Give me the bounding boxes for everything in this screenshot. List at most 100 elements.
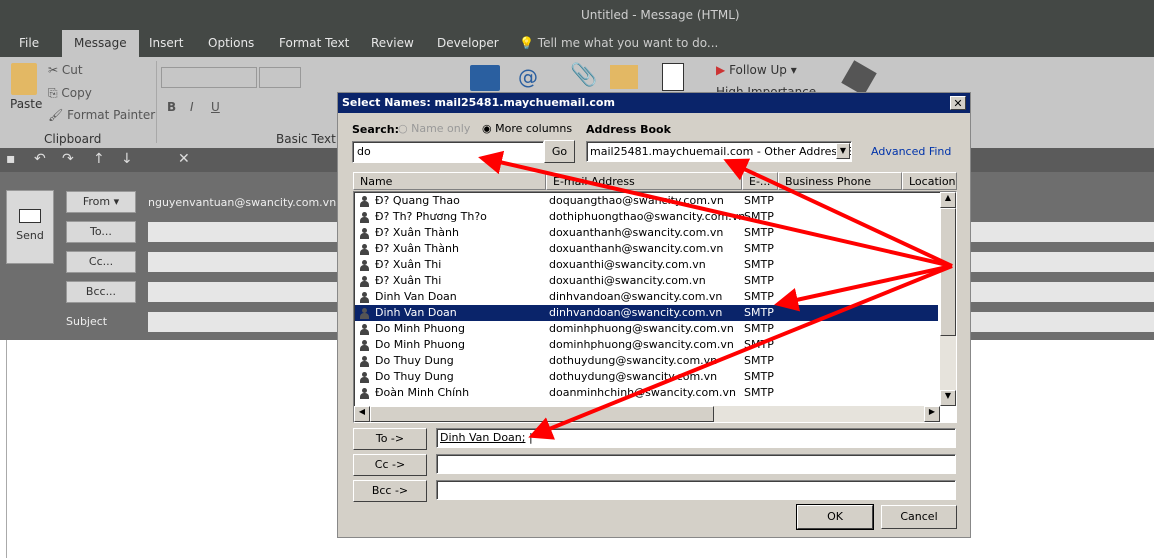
name-only-radio[interactable]: ○ Name only <box>398 122 470 135</box>
follow-up-button[interactable]: ▶ Follow Up ▾ <box>716 63 797 77</box>
cancel-button[interactable]: Cancel <box>881 505 957 529</box>
undo-icon[interactable]: ↶ <box>34 151 46 167</box>
font-name-select[interactable] <box>161 67 257 88</box>
to-button[interactable]: To... <box>66 221 136 243</box>
to-add-button[interactable]: To -> <box>353 428 427 450</box>
cc-recipients-field[interactable] <box>436 454 956 474</box>
search-input[interactable]: do <box>352 141 544 163</box>
to-recipient[interactable]: Dinh Van Doan; <box>440 431 525 444</box>
copy-button[interactable]: ⎘ Copy <box>48 86 92 101</box>
contact-email: dothiphuongthao@swancity.com.vn <box>549 210 746 223</box>
name-only-label: Name only <box>411 122 471 135</box>
font-size-select[interactable] <box>259 67 301 88</box>
cut-button[interactable]: ✂ Cut <box>48 63 83 77</box>
cc-add-button[interactable]: Cc -> <box>353 454 427 476</box>
to-recipients-field[interactable]: Dinh Van Doan; | <box>436 428 956 448</box>
down-icon[interactable]: ↓ <box>121 151 133 167</box>
bold-button[interactable]: B <box>167 100 176 114</box>
dropdown-arrow-icon[interactable]: ▼ <box>836 143 850 159</box>
tab-review[interactable]: Review <box>371 36 414 50</box>
column-header-business-phone[interactable]: Business Phone <box>778 172 902 190</box>
advanced-find-link[interactable]: Advanced Find <box>871 145 951 158</box>
list-item[interactable]: Do Thuy Dung dothuydung@swancity.com.vn SM… <box>355 369 938 385</box>
contact-email: doxuanthi@swancity.com.vn <box>549 258 706 271</box>
tab-file[interactable]: File <box>19 36 39 50</box>
list-item[interactable]: Đ? Quang Thao doquangthao@swancity.com.vn… <box>355 193 938 209</box>
list-item[interactable]: Đ? Xuân Thi doxuanthi@swancity.com.vn SMTP <box>355 273 938 289</box>
more-columns-radio[interactable]: ◉ More columns <box>482 122 572 135</box>
column-header-name[interactable]: Name <box>353 172 546 190</box>
contact-email-type: SMTP <box>744 370 774 383</box>
tab-message[interactable]: Message <box>62 30 139 57</box>
check-names-icon[interactable]: @ <box>518 65 548 91</box>
italic-button[interactable]: I <box>190 100 194 114</box>
signature-icon[interactable] <box>662 63 684 91</box>
list-item[interactable]: Đoàn Minh Chính doanminhchinh@swancity.co… <box>355 385 938 401</box>
tab-options[interactable]: Options <box>208 36 254 50</box>
scroll-thumb[interactable] <box>940 208 956 336</box>
list-item[interactable]: Do Minh Phuong dominhphuong@swancity.com.… <box>355 321 938 337</box>
column-header-email[interactable]: E-mail Address <box>546 172 742 190</box>
list-item[interactable]: Dinh Van Doan dinhvandoan@swancity.com.vn… <box>355 289 938 305</box>
bcc-button[interactable]: Bcc... <box>66 281 136 303</box>
delete-icon[interactable]: ✕ <box>178 151 190 167</box>
list-item[interactable]: Đ? Xuân Thành doxuanthanh@swancity.com.vn… <box>355 241 938 257</box>
list-item[interactable]: Đ? Th? Phương Th?o dothiphuongthao@swanci… <box>355 209 938 225</box>
up-icon[interactable]: ↑ <box>93 151 105 167</box>
column-header-location[interactable]: Location <box>902 172 957 190</box>
tab-insert[interactable]: Insert <box>149 36 183 50</box>
bcc-add-button[interactable]: Bcc -> <box>353 480 427 502</box>
person-icon <box>360 260 369 271</box>
contact-email: dinhvandoan@swancity.com.vn <box>549 306 723 319</box>
tell-me-search[interactable]: 💡 Tell me what you want to do... <box>519 36 718 50</box>
from-button[interactable]: From ▾ <box>66 191 136 213</box>
paste-button[interactable]: Paste <box>10 97 42 111</box>
person-icon <box>360 276 369 287</box>
contact-email: doxuanthanh@swancity.com.vn <box>549 242 724 255</box>
close-button[interactable]: ✕ <box>950 96 966 110</box>
tab-format-text[interactable]: Format Text <box>279 36 349 50</box>
list-item[interactable]: Do Thuy Dung dothuydung@swancity.com.vn SM… <box>355 353 938 369</box>
contact-name: Do Thuy Dung <box>375 370 454 383</box>
ok-button[interactable]: OK <box>796 504 874 530</box>
scroll-right-button[interactable]: ▶ <box>924 406 940 422</box>
vertical-scrollbar[interactable]: ▲ ▼ <box>940 192 956 406</box>
add-in-icon[interactable] <box>841 60 877 96</box>
address-book-icon[interactable] <box>470 65 500 91</box>
clipboard-group-label: Clipboard <box>44 132 102 146</box>
names-list[interactable]: Đ? Quang Thao doquangthao@swancity.com.vn… <box>353 191 957 423</box>
attach-file-icon[interactable]: 📎 <box>570 63 597 88</box>
search-label: Search: <box>352 123 399 136</box>
underline-button[interactable]: U <box>211 100 220 114</box>
contact-email: doxuanthi@swancity.com.vn <box>549 274 706 287</box>
person-icon <box>360 356 369 367</box>
bcc-recipients-field[interactable] <box>436 480 956 500</box>
list-item[interactable]: Do Minh Phuong dominhphuong@swancity.com.… <box>355 337 938 353</box>
address-book-select[interactable]: mail25481.maychuemail.com - Other Addres… <box>586 141 852 162</box>
horizontal-scrollbar[interactable]: ◀ ▶ <box>354 406 940 422</box>
person-icon <box>360 228 369 239</box>
basic-text-group-label: Basic Text <box>276 132 336 146</box>
cc-button[interactable]: Cc... <box>66 251 136 273</box>
list-item[interactable]: Đ? Xuân Thành doxuanthanh@swancity.com.vn… <box>355 225 938 241</box>
send-button[interactable]: Send <box>6 190 54 264</box>
save-icon[interactable]: ▪ <box>6 151 16 167</box>
list-item[interactable]: Đ? Xuân Thi doxuanthi@swancity.com.vn SMTP <box>355 257 938 273</box>
format-painter-button[interactable]: 🖌 Format Painter <box>48 108 155 122</box>
redo-icon[interactable]: ↷ <box>62 151 74 167</box>
address-book-label: Address Book <box>586 123 671 136</box>
hscroll-thumb[interactable] <box>370 406 714 422</box>
list-item[interactable]: Dinh Van Doan dinhvandoan@swancity.com.vn… <box>355 305 938 321</box>
window-title: Untitled - Message (HTML) <box>581 8 740 22</box>
contact-email: doanminhchinh@swancity.com.vn <box>549 386 736 399</box>
tab-developer[interactable]: Developer <box>437 36 499 50</box>
attach-item-icon[interactable] <box>610 65 638 89</box>
scroll-down-button[interactable]: ▼ <box>940 390 956 406</box>
go-button[interactable]: Go <box>544 140 575 163</box>
contact-name: Đ? Quang Thao <box>375 194 460 207</box>
flag-icon: ▶ <box>716 63 726 77</box>
address-book-value: mail25481.maychuemail.com - Other Addres… <box>590 145 852 158</box>
column-header-email-type[interactable]: E-... <box>742 172 778 190</box>
scroll-left-button[interactable]: ◀ <box>354 406 370 422</box>
scroll-up-button[interactable]: ▲ <box>940 192 956 208</box>
